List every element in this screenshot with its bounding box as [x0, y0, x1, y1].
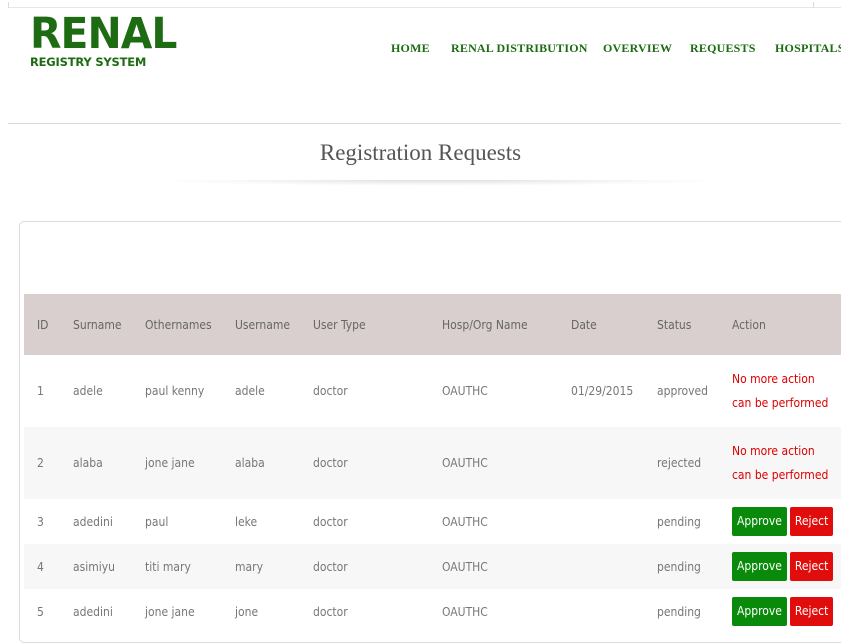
- nav-hospitals[interactable]: HOSPITALS: [775, 41, 841, 56]
- table-row: 1 adele paul kenny adele doctor OAUTHC 0…: [24, 355, 841, 427]
- cell-username: alaba: [235, 456, 265, 470]
- cell-username: jone: [235, 604, 259, 619]
- table-row: 4 asimiyu titi mary mary doctor OAUTHC p…: [24, 544, 841, 589]
- header-divider: [8, 123, 841, 124]
- nav-requests[interactable]: REQUESTS: [690, 41, 756, 56]
- title-underline-shadow: [150, 180, 730, 186]
- reject-button[interactable]: Reject: [789, 597, 834, 626]
- top-border-tick: [8, 2, 9, 8]
- nav-home[interactable]: HOME: [391, 41, 430, 56]
- cell-date: [558, 544, 644, 589]
- header-surname: Surname: [73, 317, 122, 332]
- requests-table: ID Surname Othernames Username User Type…: [24, 294, 841, 634]
- cell-user-type: doctor: [313, 514, 348, 529]
- top-border: [8, 7, 841, 8]
- header-date: Date: [571, 317, 597, 332]
- cell-othernames: paul kenny: [145, 384, 205, 398]
- table-row: 5 adedini jone jane jone doctor OAUTHC p…: [24, 589, 841, 634]
- header-status: Status: [657, 317, 692, 332]
- cell-org: OAUTHC: [442, 604, 488, 619]
- cell-status: approved: [657, 384, 708, 398]
- cell-surname: alaba: [73, 456, 103, 470]
- cell-surname: adele: [73, 384, 103, 398]
- cell-surname: asimiyu: [73, 559, 115, 574]
- header-username: Username: [235, 317, 291, 332]
- cell-user-type: doctor: [313, 559, 348, 574]
- cell-action: No more action can be performed: [719, 355, 841, 427]
- approve-button[interactable]: Approve: [732, 597, 787, 626]
- cell-username: mary: [235, 559, 263, 574]
- cell-othernames: paul: [145, 514, 169, 529]
- reject-button[interactable]: Reject: [789, 507, 834, 536]
- cell-status: pending: [657, 514, 701, 529]
- cell-id: 5: [37, 604, 44, 619]
- reject-button[interactable]: Reject: [789, 552, 834, 581]
- cell-org: OAUTHC: [442, 384, 488, 398]
- nav-overview[interactable]: OVERVIEW: [603, 41, 672, 56]
- cell-date: [558, 427, 644, 499]
- cell-status: pending: [657, 604, 701, 619]
- cell-org: OAUTHC: [442, 559, 488, 574]
- cell-user-type: doctor: [313, 604, 348, 619]
- approve-button[interactable]: Approve: [732, 552, 787, 581]
- nav-renal-distribution[interactable]: RENAL DISTRIBUTION: [451, 41, 588, 56]
- cell-date: [558, 589, 644, 634]
- cell-org: OAUTHC: [442, 456, 488, 470]
- table-row: 2 alaba jone jane alaba doctor OAUTHC re…: [24, 427, 841, 499]
- cell-username: adele: [235, 384, 265, 398]
- header-action: Action: [732, 317, 766, 332]
- cell-othernames: jone jane: [145, 456, 195, 470]
- cell-date: 01/29/2015: [571, 384, 634, 398]
- cell-othernames: jone jane: [145, 604, 195, 619]
- approve-button[interactable]: Approve: [732, 507, 787, 536]
- cell-status: pending: [657, 559, 701, 574]
- cell-action: Approve Reject: [719, 589, 841, 634]
- no-action-message: No more action can be performed: [732, 444, 829, 482]
- cell-username: leke: [235, 514, 258, 529]
- cell-user-type: doctor: [313, 384, 348, 398]
- cell-id: 4: [37, 559, 44, 574]
- cell-surname: adedini: [73, 514, 113, 529]
- top-border-tick: [813, 2, 814, 8]
- cell-date: [558, 499, 644, 544]
- no-action-message: No more action can be performed: [732, 372, 829, 410]
- table-row: 3 adedini paul leke doctor OAUTHC pendin…: [24, 499, 841, 544]
- cell-surname: adedini: [73, 604, 113, 619]
- table-header-row: ID Surname Othernames Username User Type…: [24, 294, 841, 355]
- main-nav: HOME RENAL DISTRIBUTION OVERVIEW REQUEST…: [0, 41, 841, 55]
- page-title: Registration Requests: [319, 140, 522, 165]
- cell-id: 3: [37, 514, 44, 529]
- header-id: ID: [37, 317, 49, 332]
- cell-action: Approve Reject: [719, 544, 841, 589]
- cell-status: rejected: [657, 456, 702, 470]
- header-org-name: Hosp/Org Name: [442, 317, 528, 332]
- cell-id: 2: [37, 456, 44, 470]
- cell-action: Approve Reject: [719, 499, 841, 544]
- cell-action: No more action can be performed: [719, 427, 841, 499]
- header-othernames: Othernames: [145, 317, 212, 332]
- cell-org: OAUTHC: [442, 514, 488, 529]
- cell-user-type: doctor: [313, 456, 348, 470]
- header-user-type: User Type: [313, 317, 366, 332]
- cell-id: 1: [37, 384, 44, 398]
- cell-othernames: titi mary: [145, 559, 191, 574]
